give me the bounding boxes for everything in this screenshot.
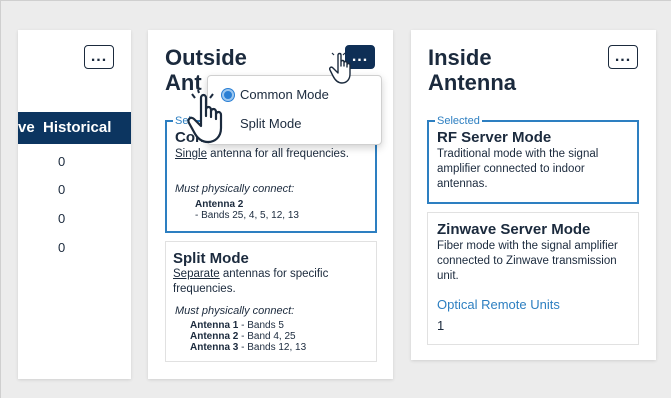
inside-more-button[interactable]: ...: [608, 45, 638, 69]
single-text: Single: [175, 148, 207, 160]
menu-item-label: Common Mode: [240, 87, 329, 102]
column-header-partial: ve: [18, 119, 35, 136]
more-icon: ...: [90, 48, 108, 65]
table-header: ve Historical: [18, 112, 131, 144]
historical-value: 0: [58, 240, 66, 255]
optical-remote-units-link[interactable]: Optical Remote Units: [437, 297, 560, 312]
antenna-line: Antenna 2 - Band 4, 25: [190, 331, 296, 342]
antenna-line: Antenna 1 - Bands 5: [190, 320, 284, 331]
menu-item-split-mode[interactable]: Split Mode: [222, 116, 301, 131]
historical-value: 0: [58, 211, 66, 226]
selected-label: Selected: [435, 114, 482, 128]
separate-text: Separate: [173, 268, 220, 280]
antenna-1-bands: - Bands 5: [241, 320, 284, 331]
outside-title-line1: Outside: [165, 45, 247, 70]
hand-cursor-icon: [329, 52, 351, 84]
menu-item-common-mode[interactable]: Common Mode: [222, 87, 329, 102]
rf-server-mode-description: Traditional mode with the signal amplifi…: [437, 148, 599, 190]
antenna-name: Antenna 2: [195, 199, 243, 210]
antenna-2-label: Antenna 2: [190, 331, 239, 342]
antenna-line: Antenna 3 - Bands 12, 13: [190, 342, 306, 353]
antenna-3-bands: - Bands 12, 13: [241, 342, 307, 353]
antenna-2-label: Antenna 2: [195, 199, 244, 210]
inside-title-line1: Inside: [428, 45, 492, 70]
menu-item-label: Split Mode: [240, 116, 302, 131]
must-connect-label: Must physically connect:: [175, 183, 295, 195]
optical-remote-units-value: 1: [437, 318, 445, 333]
left-panel: [18, 30, 131, 379]
common-desc-rest: antenna for all frequencies.: [210, 148, 349, 160]
zinwave-server-mode-title: Zinwave Server Mode: [437, 221, 591, 238]
rf-server-mode-title: RF Server Mode: [437, 129, 552, 146]
more-icon: ...: [614, 48, 632, 65]
antenna-2-bands: - Band 4, 25: [241, 331, 296, 342]
must-connect-label: Must physically connect:: [175, 305, 295, 317]
common-mode-description: Single antenna for all frequencies.: [175, 147, 370, 162]
hand-cursor-icon: [187, 90, 223, 144]
split-mode-title: Split Mode: [173, 250, 249, 267]
zinwave-server-mode-description: Fiber mode with the signal amplifier con…: [437, 240, 618, 282]
column-header-historical: Historical: [43, 119, 112, 136]
antenna-3-label: Antenna 3: [190, 342, 239, 353]
historical-value: 0: [58, 182, 66, 197]
antenna-bands: - Bands 25, 4, 5, 12, 13: [195, 210, 299, 221]
split-mode-description: Separate antennas for specific frequenci…: [173, 267, 368, 297]
historical-value: 0: [58, 154, 66, 169]
antenna-1-label: Antenna 1: [190, 320, 239, 331]
stage: ... ve Historical 0 0 0 0 Outside Ant ..…: [0, 0, 671, 398]
left-panel-more-button[interactable]: ...: [84, 45, 114, 69]
inside-title-line2: Antenna: [428, 70, 516, 95]
